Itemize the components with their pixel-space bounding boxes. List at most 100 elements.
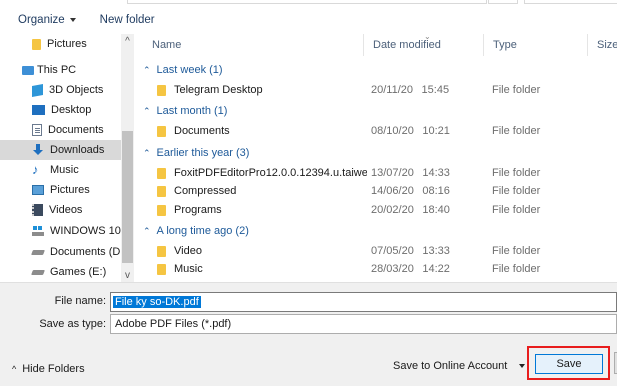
save-options-panel: File name: File ky so-DK.pdf Save as typ… [0,282,617,386]
column-date-modified[interactable]: Date modified [363,34,483,56]
collapse-chevron-icon: ⌃ [143,64,151,75]
file-type: File folder [492,245,541,257]
nav-item-pictures[interactable]: Pictures [0,180,121,200]
nav-item-3d-objects[interactable]: 3D Objects [0,80,121,100]
file-row[interactable]: Compressed 14/06/20 08:16 File folder [143,181,617,201]
nav-item-downloads[interactable]: Downloads [0,140,121,160]
nav-scrollbar[interactable]: ^ v [121,34,134,282]
nav-item-label: Music [50,164,79,176]
file-date: 13/07/20 14:33 [371,167,450,179]
nav-item-music[interactable]: ♪ Music [0,160,121,180]
folder-icon [157,185,166,197]
file-type: File folder [492,185,541,197]
nav-item-label: Downloads [50,144,105,156]
hide-folders-label: Hide Folders [22,363,85,375]
file-name: Music [174,263,203,275]
group-header[interactable]: ⌃ A long time ago (2) [143,223,249,239]
music-icon: ♪ [32,162,39,177]
navigation-pane: Pictures This PC 3D Objects Desktop Docu… [0,34,137,282]
toolbar: Organize New folder [0,6,617,34]
folder-icon [157,167,166,179]
file-name: Programs [174,204,222,216]
nav-item-label: Desktop [51,104,92,116]
file-name: Telegram Desktop [174,84,263,96]
file-date: 28/03/20 14:22 [371,263,450,275]
chevron-down-icon[interactable]: v [121,268,134,282]
chevron-up-icon[interactable]: ^ [121,34,134,48]
file-row[interactable]: Music 28/03/20 14:22 File folder [143,259,617,279]
chevron-down-icon [69,18,76,22]
address-strip [0,0,617,5]
group-header[interactable]: ⌃ Last month (1) [143,103,227,119]
nav-item-label: Pictures [50,184,90,196]
hide-folders-button[interactable]: ^ Hide Folders [12,359,85,379]
refresh-button[interactable] [488,0,518,4]
drive-icon [31,269,45,275]
file-row[interactable]: FoxitPDFEditorPro12.0.0.12394.u.taiwebs.… [143,163,617,183]
group-label: Last month (1) [156,105,228,117]
nav-item-games-e[interactable]: Games (E:) [0,262,121,282]
folder-icon [32,38,41,50]
nav-item-this-pc[interactable]: This PC [0,60,121,80]
folder-icon [157,204,166,216]
file-date: 14/06/20 08:16 [371,185,450,197]
column-type[interactable]: Type [483,34,587,56]
windows-drive-icon [32,225,44,237]
folder-icon [157,125,166,137]
file-name-input[interactable]: File ky so-DK.pdf [110,292,617,312]
save-button[interactable]: Save [535,354,603,374]
organize-label: Organize [18,14,65,26]
nav-item-label: 3D Objects [49,84,104,96]
file-name: Documents [174,125,230,137]
scrollbar-thumb[interactable] [122,131,133,263]
file-row[interactable]: Documents 08/10/20 10:21 File folder [143,121,617,141]
file-date: 07/05/20 13:33 [371,245,450,257]
online-label: Save to Online Account [393,360,508,372]
column-name[interactable]: Name [143,34,365,56]
file-type: File folder [492,167,541,179]
desktop-icon [32,105,45,115]
folder-icon [157,84,166,96]
nav-item-label: This PC [37,64,77,76]
drive-icon [31,249,45,255]
file-date: 08/10/20 10:21 [371,125,450,137]
file-name: Video [174,245,202,257]
group-header[interactable]: ⌃ Last week (1) [143,62,223,78]
nav-item-videos[interactable]: Videos [0,200,121,220]
save-type-select[interactable]: Adobe PDF Files (*.pdf) [110,314,617,334]
column-size[interactable]: Size [587,34,617,56]
nav-item-pictures-quick[interactable]: Pictures [0,34,121,54]
file-row[interactable]: Programs 20/02/20 18:40 File folder [143,200,617,220]
file-type: File folder [492,263,541,275]
organize-button[interactable]: Organize [10,9,84,31]
nav-item-label: Documents [48,124,104,136]
file-list: ⌄ Name Date modified Type Size ⌃ Last we… [137,34,617,282]
collapse-chevron-icon: ⌃ [143,105,151,116]
documents-icon [32,124,42,136]
file-name: Compressed [174,185,237,197]
address-bar[interactable] [127,0,487,4]
save-highlight-box: Save [527,346,610,380]
nav-item-documents[interactable]: Documents [0,120,121,140]
group-header[interactable]: ⌃ Earlier this year (3) [143,145,249,161]
nav-item-label: Pictures [47,38,87,50]
new-folder-button[interactable]: New folder [92,9,163,31]
file-type: File folder [492,125,541,137]
nav-item-label: Documents (D:) [50,246,121,258]
folder-icon [157,245,166,257]
nav-item-windows-drive[interactable]: WINDOWS 10 (C [0,221,121,241]
nav-item-documents-d[interactable]: Documents (D:) [0,242,121,262]
folder-icon [157,263,166,275]
column-header-row: ⌄ Name Date modified Type Size [137,34,617,56]
file-row[interactable]: Telegram Desktop 20/11/20 15:45 File fol… [143,80,617,100]
file-row[interactable]: Video 07/05/20 13:33 File folder [143,241,617,261]
nav-item-desktop[interactable]: Desktop [0,100,121,120]
pictures-icon [32,185,44,195]
file-name-label: File name: [54,295,106,307]
nav-item-label: Games (E:) [50,266,107,278]
downloads-icon [32,144,44,156]
file-date: 20/11/20 15:45 [371,84,450,96]
search-box[interactable] [524,0,617,4]
save-to-online-account-button[interactable]: Save to Online Account [393,355,526,377]
chevron-down-icon [519,364,526,368]
